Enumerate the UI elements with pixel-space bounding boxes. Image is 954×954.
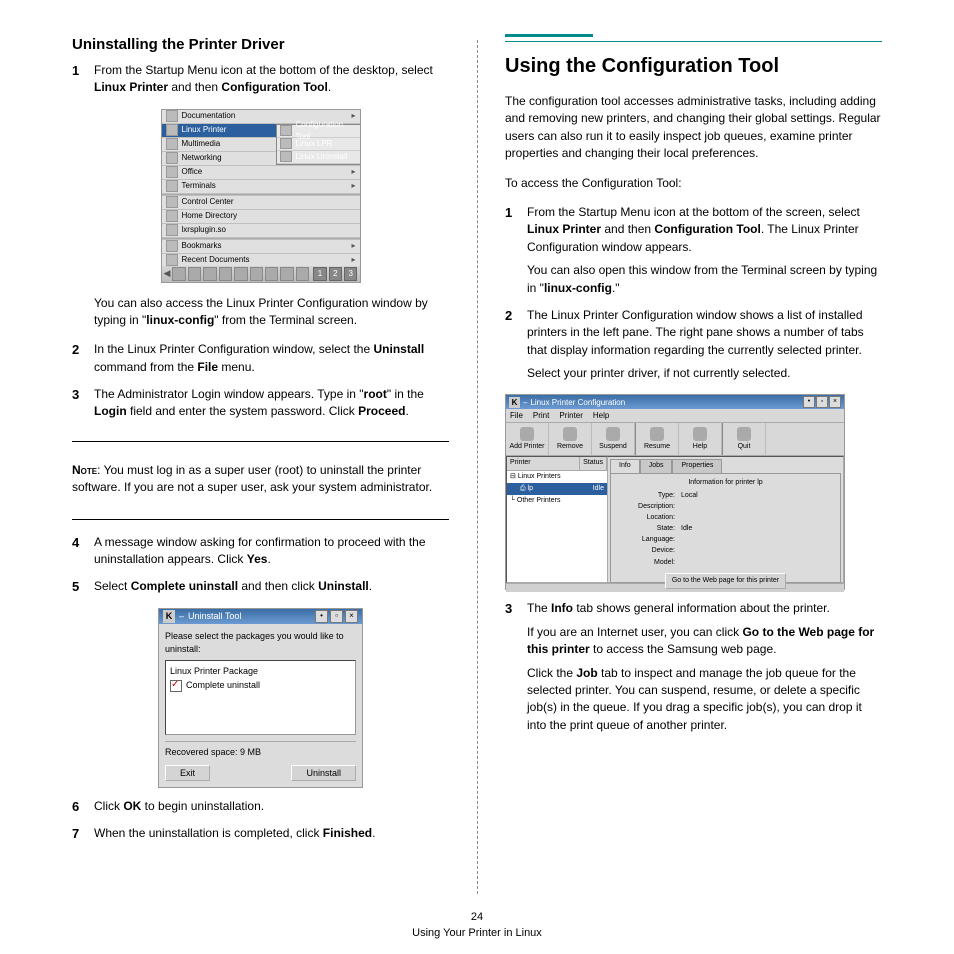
figure-start-menu: Documentation▸ Linux Printer▸ Configurat…: [161, 109, 361, 283]
access-text: To access the Configuration Tool:: [505, 175, 882, 192]
step4-text: A message window asking for confirmation…: [94, 534, 449, 569]
step-num-2: 2: [72, 341, 94, 382]
r-step3-text2: If you are an Internet user, you can cli…: [527, 624, 882, 659]
r-step1-text2: You can also open this window from the T…: [527, 262, 882, 297]
r-step1-text: From the Startup Menu icon at the bottom…: [527, 204, 882, 256]
help-button[interactable]: Help: [679, 423, 722, 455]
figure-config-window: K–Linux Printer Configuration•▫× File Pr…: [505, 394, 845, 590]
uninstall-button[interactable]: Uninstall: [291, 765, 356, 781]
exit-button[interactable]: Exit: [165, 765, 210, 781]
step-num-3: 3: [72, 386, 94, 427]
step1-note: You can also access the Linux Printer Co…: [94, 295, 449, 330]
step2-text: In the Linux Printer Configuration windo…: [94, 341, 449, 376]
step-num-1: 1: [72, 62, 94, 103]
web-page-button[interactable]: Go to the Web page for this printer: [665, 573, 786, 589]
figure-uninstall-tool: K–Uninstall Tool•▫× Please select the pa…: [158, 608, 363, 788]
step-num-7: 7: [72, 825, 94, 848]
step-num-6: 6: [72, 798, 94, 821]
quit-button[interactable]: Quit: [723, 423, 766, 455]
step7-text: When the uninstallation is completed, cl…: [94, 825, 449, 842]
r-step-num-3: 3: [505, 600, 527, 740]
menu-print[interactable]: Print: [533, 410, 549, 422]
r-step-num-2: 2: [505, 307, 527, 389]
step3-text: The Administrator Login window appears. …: [94, 386, 449, 421]
tab-jobs[interactable]: Jobs: [640, 459, 673, 472]
note-text: Note: You must log in as a super user (r…: [72, 462, 449, 497]
r-step2-text: The Linux Printer Configuration window s…: [527, 307, 882, 359]
step-num-5: 5: [72, 578, 94, 601]
heading-uninstalling: Uninstalling the Printer Driver: [72, 34, 449, 56]
step5-text: Select Complete uninstall and then click…: [94, 578, 449, 595]
resume-button[interactable]: Resume: [636, 423, 679, 455]
step1-text: From the Startup Menu icon at the bottom…: [94, 62, 449, 97]
tab-info[interactable]: Info: [610, 459, 640, 472]
r-step-num-1: 1: [505, 204, 527, 303]
r-step2b-text: Select your printer driver, if not curre…: [527, 365, 882, 382]
page-footer: Using Your Printer in Linux: [0, 926, 954, 942]
intro-text: The configuration tool accesses administ…: [505, 93, 882, 163]
step-num-4: 4: [72, 534, 94, 575]
add-printer-button[interactable]: Add Printer: [506, 423, 549, 455]
r-step3-text: The Info tab shows general information a…: [527, 600, 882, 617]
menu-printer[interactable]: Printer: [559, 410, 583, 422]
page-number: 24: [0, 910, 954, 926]
heading-config-tool: Using the Configuration Tool: [505, 52, 882, 81]
step6-text: Click OK to begin uninstallation.: [94, 798, 449, 815]
menu-help[interactable]: Help: [593, 410, 609, 422]
menu-file[interactable]: File: [510, 410, 523, 422]
tab-properties[interactable]: Properties: [672, 459, 722, 472]
remove-button[interactable]: Remove: [549, 423, 592, 455]
suspend-button[interactable]: Suspend: [592, 423, 635, 455]
r-step3-text3: Click the Job tab to inspect and manage …: [527, 665, 882, 735]
